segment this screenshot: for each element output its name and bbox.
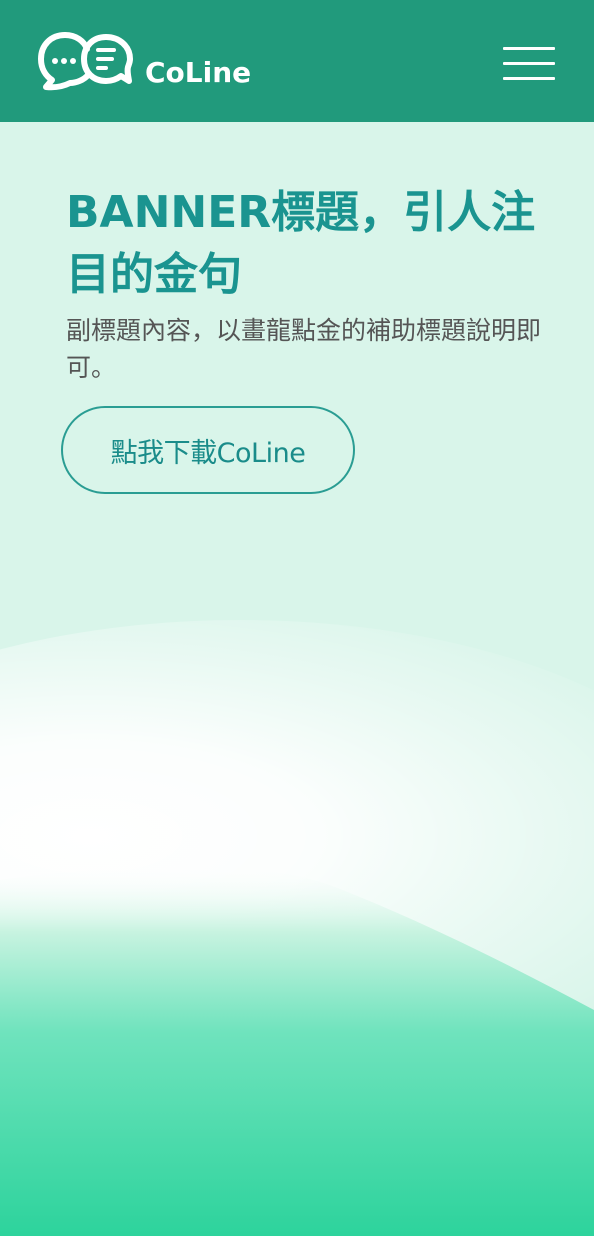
chat-bubbles-icon[interactable] [38,31,134,93]
menu-line [503,62,555,65]
page: CoLine BANNER標題，引人注目的金句 副標題內容，以畫龍點金的補助標題… [0,0,594,1236]
site-header: CoLine [0,0,594,122]
menu-line [503,47,555,50]
download-button-label: 點我下載CoLine [110,437,306,469]
download-coline-button[interactable]: 點我下載CoLine [61,406,355,494]
hamburger-menu-icon[interactable] [500,44,558,84]
menu-line [503,77,555,80]
banner-title: BANNER標題，引人注目的金句 [66,187,536,300]
brand-name[interactable]: CoLine [145,54,251,92]
banner-subtitle: 副標題內容，以畫龍點金的補助標題說明即可。 [66,316,542,382]
